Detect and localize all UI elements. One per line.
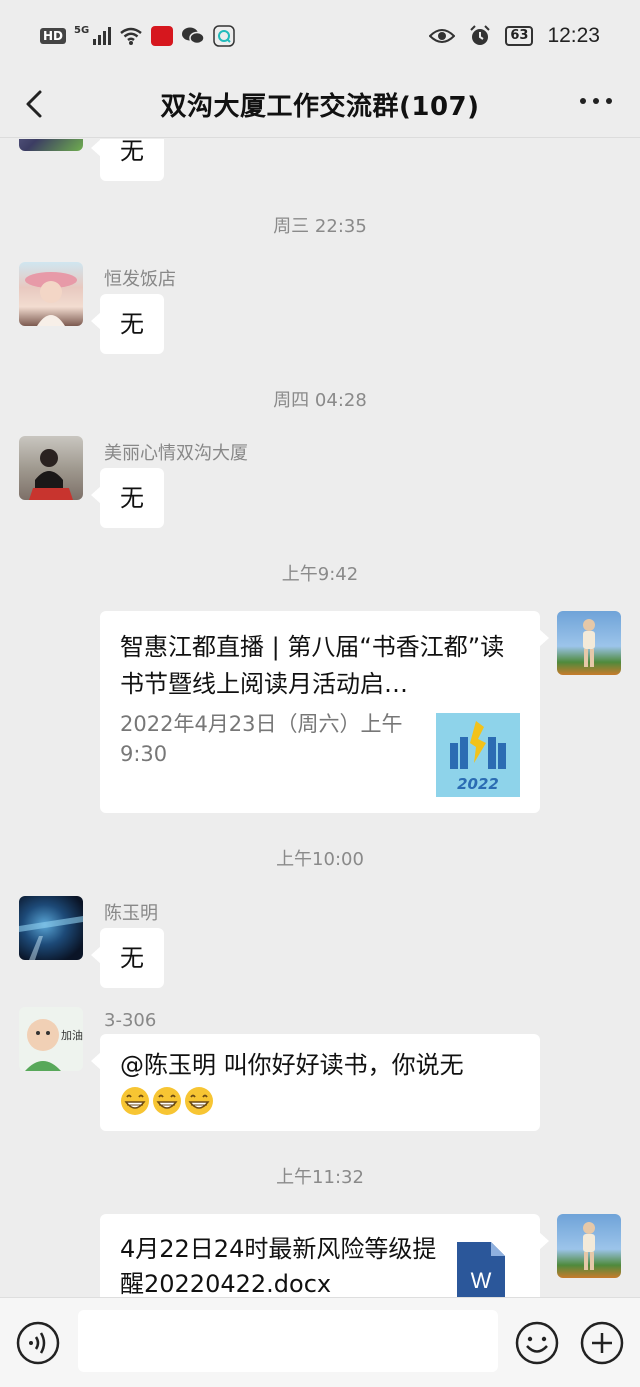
plus-icon[interactable] (580, 1321, 624, 1365)
status-left: HD 5G (40, 25, 235, 47)
message-input[interactable] (78, 1310, 498, 1372)
wifi-icon (120, 27, 142, 45)
status-right: 63 12:23 (429, 24, 600, 48)
message-text: 无 (120, 310, 144, 338)
timestamp: 上午9:42 (281, 564, 359, 585)
sender-name: 美丽心情双沟大厦 (104, 443, 248, 464)
file-name: 4月22日24时最新风险等级提醒20220422.docx (120, 1235, 437, 1297)
sender-name: 陈玉明 (104, 903, 158, 924)
timestamp: 上午10:00 (276, 849, 364, 870)
avatar[interactable]: 加油 (19, 1007, 83, 1071)
message-text: 无 (120, 139, 144, 165)
link-card[interactable]: 智惠江都直播 | 第八届“书香江都”读书节暨线上阅读月活动启… 2022年4月2… (100, 611, 549, 813)
avatar[interactable] (19, 262, 83, 326)
grin-emoji-icon (120, 1086, 214, 1116)
network-type: 5G (74, 25, 90, 36)
message-text: 无 (120, 944, 144, 972)
my-avatar[interactable] (557, 611, 621, 675)
link-card-thumbnail: 2022 (436, 713, 520, 797)
sender-name: 恒发饭店 (104, 269, 176, 290)
message-text: 无 (120, 484, 144, 512)
avatar-portrait-icon (29, 449, 73, 500)
alarm-icon (470, 25, 491, 45)
xuexi-app-icon (151, 26, 174, 46)
timestamp: 周三 22:35 (273, 216, 367, 237)
input-bar (0, 1297, 640, 1387)
avatar-light-icon (19, 916, 83, 960)
avatar[interactable] (19, 139, 83, 151)
grin-emoji-icon (121, 1087, 149, 1115)
message-bubble[interactable]: 无 (91, 139, 164, 181)
chat-title: 双沟大厦工作交流群(107) (160, 92, 480, 122)
avatar-portrait-icon (583, 619, 595, 667)
grin-emoji-icon (153, 1087, 181, 1115)
message-bubble[interactable]: 无 (91, 294, 164, 354)
signal-icon (93, 27, 112, 45)
avatar-portrait-icon (583, 1222, 595, 1270)
link-card-title: 智惠江都直播 | 第八届“书香江都”读书节暨线上阅读月活动启… (120, 633, 505, 698)
avatar[interactable] (19, 896, 83, 960)
timestamp: 上午11:32 (276, 1167, 364, 1188)
avatar-caption: 加油 (61, 1029, 83, 1042)
chevron-left-icon[interactable] (18, 84, 58, 124)
hd-badge: HD (40, 28, 67, 44)
file-card[interactable]: 4月22日24时最新风险等级提醒20220422.docx W (100, 1214, 549, 1297)
voice-icon[interactable] (16, 1321, 60, 1365)
avatar-portrait-icon (25, 272, 77, 326)
timestamp: 周四 04:28 (273, 390, 367, 411)
word-doc-letter: W (471, 1268, 492, 1293)
eye-icon (429, 29, 456, 43)
book-logo-icon: 2022 (450, 721, 506, 793)
wechat-icon (182, 27, 205, 45)
word-doc-icon: W (457, 1242, 505, 1297)
link-card-description: 2022年4月23日（周六）上午9:30 (120, 712, 403, 766)
emoji-icon[interactable] (515, 1321, 559, 1365)
message-bubble[interactable]: 无 (91, 928, 164, 988)
more-dots-icon[interactable] (580, 98, 612, 108)
my-avatar[interactable] (557, 1214, 621, 1278)
clock: 12:23 (547, 24, 600, 47)
thumbnail-year: 2022 (457, 775, 499, 793)
message-list[interactable]: 无 周三 22:35 恒发饭店 无 周四 04:28 美丽心情双沟大厦 无 上午… (0, 139, 640, 1297)
app-notification-icon (213, 25, 235, 47)
message-text: @陈玉明 叫你好好读书，你说无 (120, 1051, 464, 1079)
sender-name: 3-306 (104, 1010, 157, 1031)
status-bar: HD 5G 63 12:23 (0, 0, 640, 72)
grin-emoji-icon (185, 1087, 213, 1115)
chat-header: 双沟大厦工作交流群(107) (0, 72, 640, 138)
message-bubble[interactable]: @陈玉明 叫你好好读书，你说无 😁😁😁 (91, 1034, 540, 1131)
avatar[interactable] (19, 436, 83, 500)
battery-level: 63 (505, 26, 534, 46)
message-bubble[interactable]: 无 (91, 468, 164, 528)
